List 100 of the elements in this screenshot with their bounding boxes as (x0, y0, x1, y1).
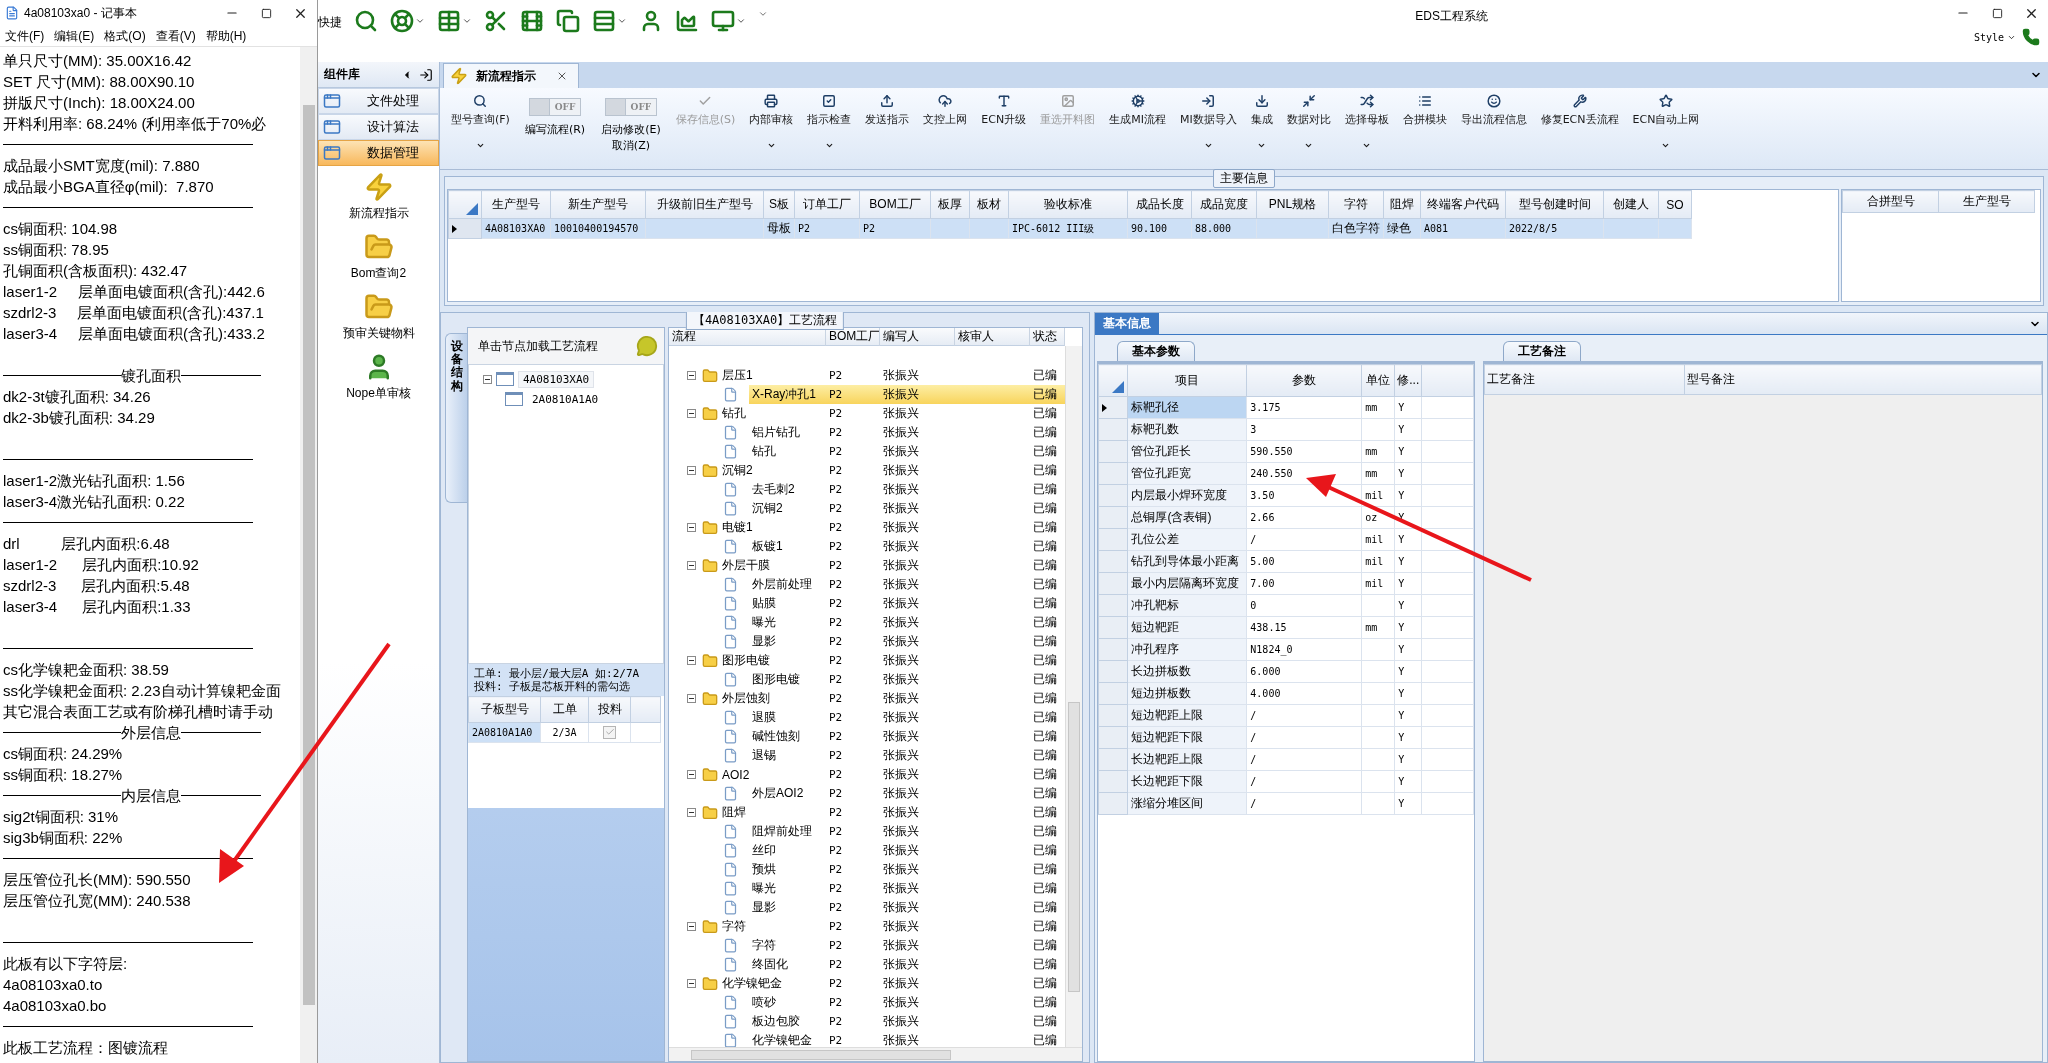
column-header[interactable]: 投料 (588, 696, 631, 723)
column-header[interactable]: BOM工厂 (826, 328, 880, 346)
scrollbar[interactable] (1065, 346, 1082, 1047)
tree-row[interactable]: 曝光 P2 张振兴 已编 (749, 879, 1065, 898)
column-header[interactable]: 验收标准 (1008, 190, 1128, 219)
tree-row[interactable]: 去毛刺2 P2 张振兴 已编 (749, 480, 1065, 499)
tree-row[interactable]: 外层AOI2 P2 张振兴 已编 (749, 784, 1065, 803)
scissors-button[interactable] (484, 9, 508, 33)
area-chart-button[interactable] (675, 9, 699, 33)
collapse-icon[interactable] (687, 371, 696, 380)
toolbar-button[interactable]: ECN升级 (974, 94, 1034, 169)
column-header[interactable]: 项目 (1127, 364, 1247, 397)
toolbar-button[interactable]: 选择母板 (1337, 94, 1396, 169)
toolbar-button[interactable]: 数据对比 (1279, 94, 1338, 169)
toolbar-button[interactable]: 发送指示 (858, 94, 917, 169)
tree-row[interactable]: 电镀1 P2 张振兴 已编 (719, 518, 1065, 537)
column-header[interactable]: PNL规格 (1256, 190, 1329, 219)
sidebar-item[interactable]: Nope单审核 (318, 346, 439, 406)
menu-item[interactable]: 查看(V) (150, 27, 201, 45)
column-header[interactable]: 参数 (1246, 364, 1362, 397)
collapse-icon[interactable] (483, 374, 492, 384)
tree-row[interactable]: 化学镍钯金 P2 张振兴 已编 (749, 1031, 1065, 1047)
toolbar-button[interactable]: 合拼模块 (1395, 94, 1454, 169)
column-header[interactable]: 阻焊 (1383, 190, 1421, 219)
copy-button[interactable] (556, 9, 580, 33)
tree-item[interactable]: 2A0810A1A0 (527, 390, 604, 408)
collapse-icon[interactable] (687, 979, 696, 988)
column-header[interactable]: 修... (1394, 364, 1422, 397)
column-header[interactable]: 终端客户代码 (1420, 190, 1506, 219)
tree-row[interactable]: 钻孔 P2 张振兴 已编 (749, 442, 1065, 461)
lifebuoy-button[interactable] (390, 9, 425, 33)
collapse-icon[interactable] (687, 770, 696, 779)
tree-row[interactable]: 预烘 P2 张振兴 已编 (749, 860, 1065, 879)
column-header[interactable]: 创建人 (1603, 190, 1659, 219)
category-button[interactable]: 设计算法 (318, 114, 439, 140)
column-header[interactable]: 型号备注 (1684, 364, 2042, 395)
tree-row[interactable]: 字符 P2 张振兴 已编 (719, 917, 1065, 936)
tree-row[interactable]: 显影 P2 张振兴 已编 (749, 898, 1065, 917)
column-header[interactable]: 板厚 (930, 190, 970, 219)
column-header[interactable]: 工艺备注 (1484, 364, 1685, 395)
category-button[interactable]: 文件处理 (318, 88, 439, 114)
tree-row[interactable]: 图形电镀 P2 张振兴 已编 (719, 651, 1065, 670)
style-dropdown[interactable]: Style (1973, 31, 2016, 43)
table-row[interactable]: 4A08103XA0 10010400194570 母板 P2 P2 IPC-6012 III级 90.100 88.000 白色字符 绿色 A081 2022/8/5 (448, 218, 1692, 239)
tab[interactable]: 工艺备注 (1503, 341, 1581, 361)
menu-item[interactable]: 编辑(E) (49, 27, 100, 45)
search-button[interactable] (354, 9, 378, 33)
column-header[interactable]: 状态 (1030, 328, 1065, 346)
category-button[interactable]: 数据管理 (318, 140, 439, 166)
toolbar-button[interactable]: 型号查询(F) (444, 94, 517, 169)
column-header[interactable]: BOM工厂 (859, 190, 931, 219)
tree-row[interactable]: 字符 P2 张振兴 已编 (749, 936, 1065, 955)
side-tab[interactable]: 设备结构 (445, 333, 467, 503)
toolbar-button[interactable]: ECN自动上网 (1625, 94, 1707, 169)
column-header[interactable]: 成品宽度 (1191, 190, 1257, 219)
toolbar-button[interactable]: 内部审核 (742, 94, 801, 169)
sidebar-item[interactable]: 新流程指示 (318, 166, 439, 226)
menu-item[interactable]: 格式(O) (99, 27, 151, 45)
column-header[interactable]: 成品长度 (1127, 190, 1192, 219)
sign-in-icon[interactable] (419, 67, 433, 82)
tree-row[interactable]: 化学镍钯金 P2 张振兴 已编 (719, 974, 1065, 993)
tree-row[interactable]: 层压1 P2 张振兴 已编 (719, 366, 1065, 385)
monitor-button[interactable] (711, 9, 746, 33)
column-header[interactable]: 生产型号 (1938, 190, 2035, 213)
tree-row[interactable]: 曝光 P2 张振兴 已编 (749, 613, 1065, 632)
column-header[interactable]: 升级前旧生产型号 (645, 190, 764, 219)
column-header[interactable]: 生产型号 (481, 190, 551, 219)
tree-row[interactable]: 沉铜2 P2 张振兴 已编 (749, 499, 1065, 518)
toolbar-button[interactable]: MI数据导入 (1172, 94, 1244, 169)
collapse-icon[interactable] (687, 656, 696, 665)
column-header[interactable]: 流程 (669, 328, 826, 346)
tree-row[interactable]: 显影 P2 张振兴 已编 (749, 632, 1065, 651)
collapse-icon[interactable] (687, 808, 696, 817)
collapse-icon[interactable] (687, 409, 696, 418)
toolbar-button[interactable]: 导出流程信息 (1453, 94, 1534, 169)
column-header[interactable]: 字符 (1328, 190, 1384, 219)
tree-item[interactable]: 4A08103XA0 (518, 370, 595, 388)
column-header[interactable]: SO (1658, 190, 1692, 219)
tree-row[interactable]: 喷砂 P2 张振兴 已编 (749, 993, 1065, 1012)
tree-row[interactable]: AOI2 P2 张振兴 已编 (719, 765, 1065, 784)
tree-row[interactable]: 沉铜2 P2 张振兴 已编 (719, 461, 1065, 480)
tab[interactable]: 新流程指示 (443, 63, 579, 88)
tree-row[interactable]: 终固化 P2 张振兴 已编 (749, 955, 1065, 974)
tree-row[interactable]: 退膜 P2 张振兴 已编 (749, 708, 1065, 727)
menu-item[interactable]: 文件(F) (0, 27, 50, 45)
checkbox[interactable] (603, 725, 616, 739)
tree-row[interactable]: 钻孔 P2 张振兴 已编 (719, 404, 1065, 423)
tree-row[interactable]: 外层蚀刻 P2 张振兴 已编 (719, 689, 1065, 708)
toolbar-button[interactable]: 文控上网 (916, 94, 975, 169)
tree-row[interactable]: 丝印 P2 张振兴 已编 (749, 841, 1065, 860)
tree-row[interactable]: 阻焊前处理 P2 张振兴 已编 (749, 822, 1065, 841)
column-header[interactable]: 合拼型号 (1842, 190, 1939, 213)
tree-row[interactable]: 外层干膜 P2 张振兴 已编 (719, 556, 1065, 575)
column-header[interactable]: 型号创建时间 (1505, 190, 1604, 219)
collapse-icon[interactable] (687, 561, 696, 570)
column-header[interactable]: 单位 (1361, 364, 1395, 397)
column-header[interactable]: 板材 (969, 190, 1009, 219)
tree-row[interactable]: 铝片钻孔 P2 张振兴 已编 (749, 423, 1065, 442)
toolbar-button[interactable]: 生成MI流程 (1102, 94, 1173, 169)
scrollbar[interactable] (300, 47, 317, 1063)
